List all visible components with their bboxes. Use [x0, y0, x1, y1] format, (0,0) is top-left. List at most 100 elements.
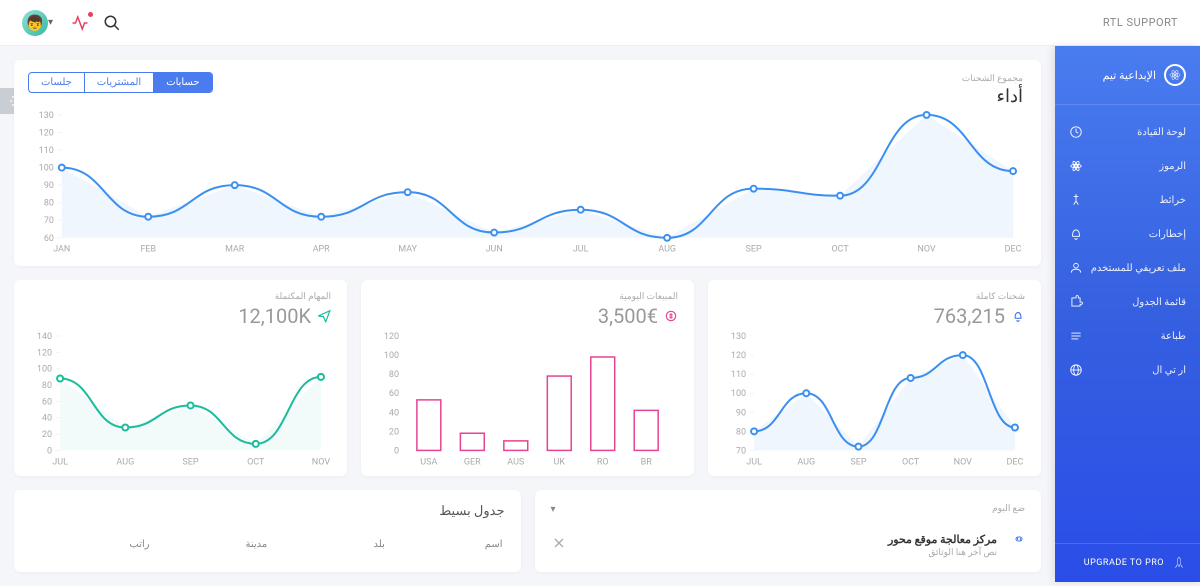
tab-accounts[interactable]: حسابات — [153, 73, 211, 92]
nav-notifications[interactable]: إخطارات — [1055, 217, 1200, 251]
svg-text:DEC: DEC — [1005, 245, 1022, 255]
svg-text:80: 80 — [44, 199, 54, 209]
svg-text:BR: BR — [641, 457, 653, 467]
svg-text:AUG: AUG — [116, 457, 134, 467]
svg-text:100: 100 — [731, 389, 746, 399]
user-icon — [1069, 261, 1083, 275]
svg-text:AUG: AUG — [797, 457, 815, 467]
svg-text:JUL: JUL — [746, 457, 762, 467]
tasks-value: 12,100K — [238, 304, 311, 328]
svg-text:70: 70 — [44, 216, 54, 226]
bell-icon — [1069, 227, 1083, 241]
svg-text:UK: UK — [554, 457, 566, 467]
svg-text:120: 120 — [39, 128, 54, 138]
svg-text:GER: GER — [464, 457, 481, 467]
link-icon — [1013, 533, 1025, 545]
sales-chart: 020406080100120USAGERAUSUKROBR — [377, 328, 678, 468]
tools-icon — [551, 535, 567, 551]
svg-text:SEP: SEP — [182, 457, 198, 467]
performance-chart: 60708090100110120130JANFEBMARAPRMAYJUNJU… — [32, 107, 1023, 256]
page-title: RTL SUPPORT — [1103, 16, 1178, 29]
nav-icons[interactable]: الرموز — [1055, 149, 1200, 183]
svg-text:APR: APR — [313, 245, 330, 255]
svg-text:40: 40 — [389, 408, 399, 418]
svg-text:NOV: NOV — [312, 457, 331, 467]
svg-text:RO: RO — [597, 457, 609, 467]
nav-typography[interactable]: طباعة — [1055, 319, 1200, 353]
globe-icon — [1069, 363, 1083, 377]
svg-text:130: 130 — [731, 332, 746, 342]
svg-text:80: 80 — [389, 370, 399, 380]
activity-icon[interactable] — [71, 14, 89, 32]
chart-tabs: جلسات المشتريات حسابات — [28, 72, 213, 93]
tab-purchases[interactable]: المشتريات — [84, 73, 153, 92]
performance-card: جلسات المشتريات حسابات مجموع الشحنات أدا… — [14, 60, 1041, 266]
detail-subtitle: ضع البوم — [992, 504, 1025, 514]
svg-text:100: 100 — [384, 351, 399, 361]
nav: لوحة القيادة الرموز خرائط إخطارات ملف تع… — [1055, 105, 1200, 543]
avatar[interactable]: 👦 — [22, 10, 48, 36]
svg-text:40: 40 — [42, 413, 52, 423]
tasks-card: المهام المكتملة 12,100K 0204060801001201… — [14, 280, 347, 476]
svg-text:90: 90 — [736, 408, 746, 418]
svg-text:20: 20 — [42, 430, 52, 440]
svg-text:DEC: DEC — [1006, 457, 1023, 467]
top-header: 👦 ▾ RTL SUPPORT — [0, 0, 1200, 46]
detail-card: ▾ ضع البوم مركز معالجة موقع محور نص آخر … — [535, 490, 1042, 572]
svg-text:60: 60 — [42, 397, 52, 407]
svg-text:NOV: NOV — [954, 457, 973, 467]
upgrade-button[interactable]: UPGRADE TO PRO — [1055, 543, 1200, 582]
brand-logo-icon — [1164, 64, 1186, 86]
svg-text:SEP: SEP — [746, 245, 762, 255]
detail-item-sub: نص آخر هنا الوثائق — [577, 548, 998, 558]
svg-text:OCT: OCT — [247, 457, 265, 467]
table-header: اسم بلد مدينة راتب — [30, 533, 505, 556]
coin-icon — [664, 309, 678, 323]
svg-text:MAY: MAY — [398, 245, 417, 255]
tab-sessions[interactable]: جلسات — [29, 73, 84, 92]
svg-text:FEB: FEB — [140, 245, 156, 255]
svg-text:SEP: SEP — [850, 457, 866, 467]
shipments-chart: 708090100110120130JULAUGSEPOCTNOVDEC — [724, 328, 1025, 468]
svg-text:60: 60 — [44, 234, 54, 244]
brand[interactable]: الإبداعية تيم — [1055, 46, 1200, 105]
sales-value: 3,500€ — [598, 304, 658, 328]
svg-text:60: 60 — [389, 389, 399, 399]
rocket-icon — [1172, 556, 1186, 570]
sales-card: المبيعات اليومية 3,500€ 020406080100120U… — [361, 280, 694, 476]
svg-text:80: 80 — [736, 427, 746, 437]
svg-text:100: 100 — [39, 164, 54, 174]
shipments-value: 763,215 — [934, 304, 1005, 328]
svg-text:AUG: AUG — [658, 245, 676, 255]
avatar-caret[interactable]: ▾ — [48, 17, 53, 28]
simple-table-card: جدول بسيط اسم بلد مدينة راتب — [14, 490, 521, 572]
svg-text:130: 130 — [39, 111, 54, 121]
svg-text:JUN: JUN — [486, 245, 503, 255]
tasks-chart: 020406080100120140JULAUGSEPOCTNOV — [30, 328, 331, 468]
svg-text:120: 120 — [731, 351, 746, 361]
svg-text:USA: USA — [420, 457, 437, 467]
svg-text:OCT: OCT — [832, 245, 850, 255]
nav-profile[interactable]: ملف تعريفي للمستخدم — [1055, 251, 1200, 285]
svg-text:MAR: MAR — [225, 245, 245, 255]
nav-rtl[interactable]: ار تي ال — [1055, 353, 1200, 387]
svg-text:0: 0 — [394, 446, 399, 456]
svg-text:100: 100 — [37, 364, 52, 374]
svg-text:110: 110 — [39, 146, 54, 156]
bell-small-icon — [1011, 309, 1025, 323]
search-icon[interactable] — [103, 14, 121, 32]
detail-item-title: مركز معالجة موقع محور — [577, 533, 998, 546]
svg-text:140: 140 — [37, 332, 52, 342]
svg-text:80: 80 — [42, 381, 52, 391]
svg-text:70: 70 — [736, 446, 746, 456]
svg-text:JUL: JUL — [52, 457, 68, 467]
nav-tables[interactable]: قائمة الجدول — [1055, 285, 1200, 319]
detail-caret[interactable]: ▾ — [551, 504, 556, 515]
sidebar: الإبداعية تيم لوحة القيادة الرموز خرائط … — [1055, 46, 1200, 582]
nav-dashboard[interactable]: لوحة القيادة — [1055, 115, 1200, 149]
brand-text: الإبداعية تيم — [1103, 69, 1156, 82]
svg-text:AUS: AUS — [507, 457, 525, 467]
nav-maps[interactable]: خرائط — [1055, 183, 1200, 217]
svg-text:JUL: JUL — [573, 245, 589, 255]
shipments-subtitle: شحنات كاملة — [724, 292, 1025, 302]
